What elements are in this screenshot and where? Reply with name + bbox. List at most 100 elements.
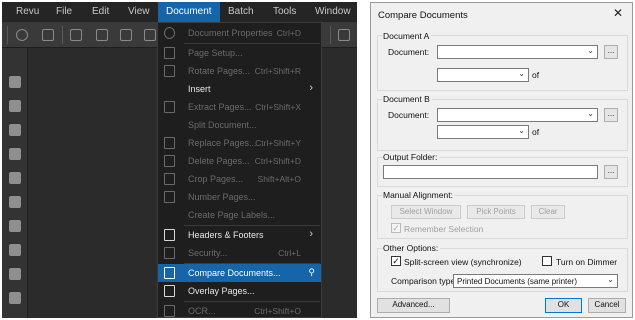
compare-documents-icon [164, 267, 175, 279]
page-setup-icon [164, 47, 175, 59]
menu-item-document-properties[interactable]: Document Properties Ctrl+D [158, 24, 321, 42]
menu-item-shortcut: Ctrl+Shift+O [254, 306, 301, 316]
crop-icon[interactable] [96, 29, 108, 41]
document-menu-dropdown: Document Properties Ctrl+D Page Setup...… [157, 22, 322, 318]
menu-item-headers-footers[interactable]: Headers & Footers › [158, 226, 321, 244]
bookmarks-icon[interactable] [9, 124, 21, 136]
menu-item-insert[interactable]: Insert › [158, 80, 321, 98]
menu-item-security[interactable]: Security... Ctrl+L [158, 244, 321, 262]
menu-window[interactable]: Window [315, 6, 351, 17]
menu-item-shortcut: Ctrl+Shift+D [254, 156, 301, 166]
document-a-group [377, 35, 628, 91]
pick-points-button[interactable]: Pick Points [467, 205, 525, 219]
pin-icon[interactable]: ⚲ [308, 267, 315, 278]
output-folder-browse-button[interactable]: ... [604, 165, 618, 179]
sets-icon[interactable] [9, 292, 21, 304]
toolbar-separator [62, 26, 63, 44]
fit-width-icon[interactable] [70, 29, 82, 41]
compare-documents-dialog: Compare Documents ✕ Document A Document:… [370, 2, 633, 318]
menu-item-extract-pages[interactable]: Extract Pages... Ctrl+Shift+X [158, 98, 321, 116]
markup-icon[interactable] [9, 244, 21, 256]
menu-item-label: OCR... [188, 306, 216, 316]
shape-icon[interactable] [144, 29, 156, 41]
menu-item-label: Split Document... [188, 120, 257, 130]
menu-item-overlay-pages[interactable]: Overlay Pages... [158, 282, 321, 300]
cancel-button[interactable]: Cancel [588, 298, 626, 313]
menu-item-label: Create Page Labels... [188, 210, 276, 220]
edit-icon[interactable] [120, 29, 132, 41]
align-icon[interactable] [42, 29, 54, 41]
chevron-down-icon: ⌄ [518, 69, 525, 78]
number-pages-icon [164, 191, 175, 203]
menu-item-delete-pages[interactable]: Delete Pages... Ctrl+Shift+D [158, 152, 321, 170]
menu-item-split-document[interactable]: Split Document... [158, 116, 321, 134]
menu-item-shortcut: Ctrl+D [276, 28, 301, 38]
menu-file[interactable]: File [56, 6, 72, 17]
split-screen-checkbox[interactable]: ✓ [391, 256, 401, 266]
menu-item-rotate-pages[interactable]: Rotate Pages... Ctrl+Shift+R [158, 62, 321, 80]
menu-item-replace-pages[interactable]: Replace Pages... Ctrl+Shift+Y [158, 134, 321, 152]
comparison-type-select[interactable]: Printed Documents (same printer) ⌄ [453, 274, 618, 288]
file-access-icon[interactable] [9, 220, 21, 232]
document-b-browse-button[interactable]: ... [604, 108, 618, 122]
document-a-page-combo[interactable]: ⌄ [437, 68, 529, 82]
menu-item-label: Crop Pages... [188, 174, 244, 184]
menu-revu[interactable]: Revu [16, 6, 39, 17]
menu-item-label: Compare Documents... [188, 268, 281, 278]
menu-item-ocr[interactable]: OCR... Ctrl+Shift+O [158, 302, 321, 317]
menu-item-compare-documents[interactable]: Compare Documents... ⚲ [158, 264, 321, 282]
document-b-combo[interactable]: ⌄ [437, 108, 598, 122]
menu-item-shortcut: Ctrl+Shift+X [255, 102, 301, 112]
output-folder-input[interactable] [383, 165, 598, 179]
left-panel-tabs [2, 48, 28, 318]
menu-item-label: Extract Pages... [188, 102, 252, 112]
comparison-type-label: Comparison type: [391, 276, 458, 286]
layers-icon[interactable] [9, 148, 21, 160]
chevron-down-icon: ⌄ [587, 109, 594, 118]
chevron-down-icon: ⌄ [607, 275, 614, 284]
menu-item-label: Rotate Pages... [188, 66, 251, 76]
menu-tools[interactable]: Tools [273, 6, 296, 17]
menu-edit[interactable]: Edit [92, 6, 109, 17]
document-a-combo[interactable]: ⌄ [437, 45, 598, 59]
dimmer-checkbox[interactable] [542, 256, 552, 266]
close-icon[interactable]: ✕ [613, 6, 623, 20]
remember-selection-checkbox[interactable]: ✓ [391, 223, 401, 233]
menu-item-create-page-labels[interactable]: Create Page Labels... [158, 206, 321, 224]
stamp-icon[interactable] [9, 172, 21, 184]
revu-app-window: Revu File Edit View Document Batch Tools… [2, 2, 357, 318]
rotate-icon[interactable] [16, 29, 28, 41]
advanced-button[interactable]: Advanced... [377, 298, 450, 313]
remember-selection-label: Remember Selection [404, 224, 484, 234]
rotate-pages-icon [164, 65, 175, 77]
info-icon [164, 27, 175, 39]
document-a-of-label: of [532, 70, 540, 80]
refresh-icon[interactable] [338, 29, 350, 41]
menu-view[interactable]: View [128, 6, 150, 17]
document-b-label: Document: [388, 110, 430, 120]
menu-item-page-setup[interactable]: Page Setup... [158, 44, 321, 62]
split-screen-label: Split-screen view (synchronize) [404, 257, 522, 267]
select-window-button[interactable]: Select Window [391, 205, 461, 219]
comparison-type-value: Printed Documents (same printer) [457, 277, 578, 286]
other-options-label: Other Options: [383, 243, 441, 253]
ok-button[interactable]: OK [545, 298, 582, 313]
menu-batch[interactable]: Batch [228, 6, 254, 17]
crop-pages-icon [164, 173, 175, 185]
thumbnails-icon[interactable] [9, 76, 21, 88]
menu-bar: Revu File Edit View Document Batch Tools… [2, 2, 357, 22]
document-b-page-combo[interactable]: ⌄ [437, 125, 529, 139]
properties-icon[interactable] [9, 196, 21, 208]
clear-button[interactable]: Clear [531, 205, 565, 219]
menu-item-crop-pages[interactable]: Crop Pages... Shift+Alt+O [158, 170, 321, 188]
document-a-browse-button[interactable]: ... [604, 45, 618, 59]
document-a-group-label: Document A [383, 31, 432, 41]
chevron-down-icon: ⌄ [518, 126, 525, 135]
measure-icon[interactable] [9, 268, 21, 280]
menu-item-number-pages[interactable]: Number Pages... [158, 188, 321, 206]
menu-document[interactable]: Document [158, 2, 220, 22]
grid-icon[interactable] [9, 100, 21, 112]
document-b-of-label: of [532, 127, 540, 137]
menu-item-label: Overlay Pages... [188, 286, 255, 296]
toolbar-separator [330, 26, 331, 44]
